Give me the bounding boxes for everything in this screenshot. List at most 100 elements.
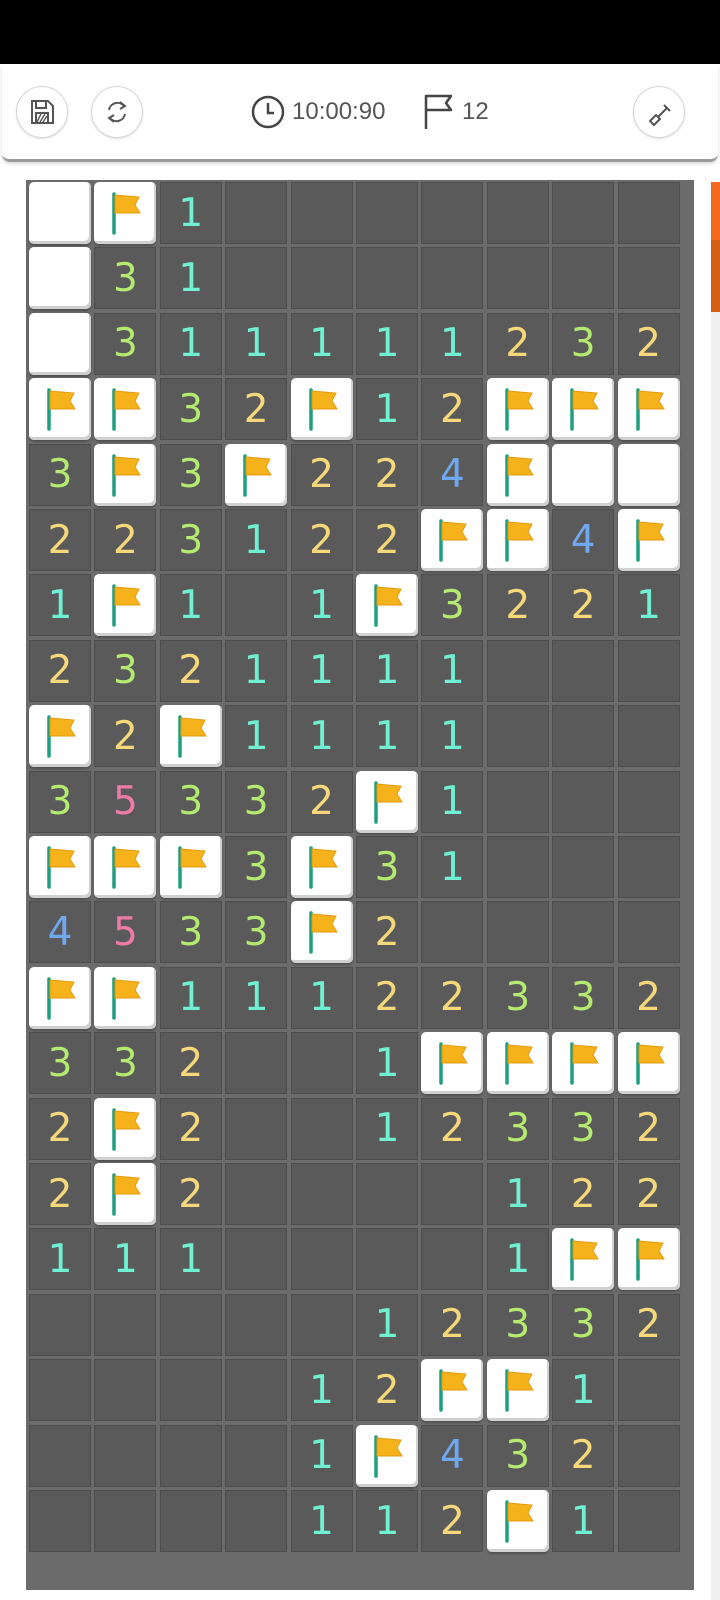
cell-unrevealed[interactable] xyxy=(617,836,680,898)
cell-number[interactable]: 3 xyxy=(159,443,222,506)
cell-unrevealed[interactable] xyxy=(290,1097,353,1160)
cell-number[interactable]: 3 xyxy=(225,770,288,833)
cell-flagged[interactable] xyxy=(94,966,157,1029)
cell-flagged[interactable] xyxy=(356,1424,418,1487)
cell-flagged[interactable] xyxy=(159,836,222,898)
cell-number[interactable]: 1 xyxy=(356,1293,418,1356)
cell-number[interactable]: 3 xyxy=(552,1293,615,1356)
cell-number[interactable]: 3 xyxy=(94,1032,157,1095)
cell-number[interactable]: 1 xyxy=(225,705,288,768)
cell-number[interactable]: 2 xyxy=(421,1097,484,1160)
cell-unrevealed[interactable] xyxy=(552,901,615,964)
cell-number[interactable]: 1 xyxy=(356,1032,418,1095)
cell-number[interactable]: 1 xyxy=(159,574,222,637)
cell-number[interactable]: 1 xyxy=(290,966,353,1029)
cell-number[interactable]: 1 xyxy=(290,1490,353,1552)
cell-number[interactable]: 2 xyxy=(552,1163,615,1225)
save-button[interactable] xyxy=(16,86,68,138)
cell-unrevealed[interactable] xyxy=(552,836,615,898)
cell-number[interactable]: 1 xyxy=(159,1228,222,1291)
cell-number[interactable]: 3 xyxy=(29,770,91,833)
cell-number[interactable]: 1 xyxy=(225,312,288,375)
cell-unrevealed[interactable] xyxy=(356,1228,418,1291)
cell-number[interactable]: 2 xyxy=(29,1163,91,1225)
cell-flagged[interactable] xyxy=(421,1032,484,1095)
cell-flagged[interactable] xyxy=(486,1490,549,1552)
cell-number[interactable]: 2 xyxy=(356,966,418,1029)
cell-number[interactable]: 2 xyxy=(617,966,680,1029)
cell-number[interactable]: 3 xyxy=(159,378,222,441)
cell-number[interactable]: 3 xyxy=(159,901,222,964)
cell-number[interactable]: 2 xyxy=(617,1097,680,1160)
cell-number[interactable]: 2 xyxy=(29,1097,91,1160)
cell-unrevealed[interactable] xyxy=(617,901,680,964)
cell-number[interactable]: 1 xyxy=(421,639,484,702)
cell-flagged[interactable] xyxy=(29,966,91,1029)
cell-number[interactable]: 2 xyxy=(486,574,549,637)
cell-number[interactable]: 2 xyxy=(225,378,288,441)
cell-flagged[interactable] xyxy=(290,901,353,964)
cell-number[interactable]: 3 xyxy=(94,639,157,702)
cell-flagged[interactable] xyxy=(94,378,157,441)
cell-number[interactable]: 2 xyxy=(356,1359,418,1422)
cell-number[interactable]: 3 xyxy=(486,966,549,1029)
cell-number[interactable]: 1 xyxy=(159,312,222,375)
cell-flagged[interactable] xyxy=(356,770,418,833)
cell-unrevealed[interactable] xyxy=(225,1163,288,1225)
cell-number[interactable]: 2 xyxy=(356,901,418,964)
cell-number[interactable]: 2 xyxy=(290,770,353,833)
cell-unrevealed[interactable] xyxy=(486,247,549,310)
cell-unrevealed[interactable] xyxy=(486,836,549,898)
cell-flagged[interactable] xyxy=(617,509,680,571)
cell-number[interactable]: 5 xyxy=(94,901,157,964)
cell-unrevealed[interactable] xyxy=(29,1359,91,1422)
cell-number[interactable]: 2 xyxy=(617,312,680,375)
cell-unrevealed[interactable] xyxy=(159,1424,222,1487)
cell-flagged[interactable] xyxy=(29,836,91,898)
cell-unrevealed[interactable] xyxy=(29,1424,91,1487)
cell-number[interactable]: 3 xyxy=(552,966,615,1029)
cell-number[interactable]: 2 xyxy=(486,312,549,375)
cell-number[interactable]: 1 xyxy=(617,574,680,637)
cell-unrevealed[interactable] xyxy=(225,574,288,637)
cell-revealed-empty[interactable] xyxy=(552,443,615,506)
cell-unrevealed[interactable] xyxy=(552,705,615,768)
cell-number[interactable]: 2 xyxy=(617,1163,680,1225)
cell-unrevealed[interactable] xyxy=(552,639,615,702)
cell-unrevealed[interactable] xyxy=(225,1228,288,1291)
cell-unrevealed[interactable] xyxy=(421,1228,484,1291)
cell-number[interactable]: 3 xyxy=(94,312,157,375)
cell-number[interactable]: 2 xyxy=(552,574,615,637)
cell-number[interactable]: 1 xyxy=(421,836,484,898)
cell-unrevealed[interactable] xyxy=(486,770,549,833)
cell-flagged[interactable] xyxy=(552,1228,615,1291)
cell-number[interactable]: 1 xyxy=(421,770,484,833)
cell-number[interactable]: 3 xyxy=(29,443,91,506)
cell-number[interactable]: 1 xyxy=(552,1359,615,1422)
cell-flagged[interactable] xyxy=(552,378,615,441)
cell-number[interactable]: 1 xyxy=(225,966,288,1029)
cell-unrevealed[interactable] xyxy=(552,247,615,310)
cell-unrevealed[interactable] xyxy=(290,1228,353,1291)
cell-unrevealed[interactable] xyxy=(159,1359,222,1422)
cell-revealed-empty[interactable] xyxy=(29,312,91,375)
cell-number[interactable]: 1 xyxy=(290,1424,353,1487)
cell-unrevealed[interactable] xyxy=(290,247,353,310)
cell-unrevealed[interactable] xyxy=(94,1359,157,1422)
cell-unrevealed[interactable] xyxy=(617,1490,680,1552)
cell-number[interactable]: 4 xyxy=(421,443,484,506)
cell-number[interactable]: 4 xyxy=(552,509,615,571)
cell-number[interactable]: 1 xyxy=(356,1097,418,1160)
cell-unrevealed[interactable] xyxy=(290,1293,353,1356)
cell-unrevealed[interactable] xyxy=(225,1359,288,1422)
cell-unrevealed[interactable] xyxy=(225,1490,288,1552)
cell-flagged[interactable] xyxy=(617,1032,680,1095)
cell-unrevealed[interactable] xyxy=(356,1163,418,1225)
cell-unrevealed[interactable] xyxy=(421,182,484,244)
cell-unrevealed[interactable] xyxy=(29,1293,91,1356)
cell-number[interactable]: 2 xyxy=(159,1032,222,1095)
cell-unrevealed[interactable] xyxy=(356,182,418,244)
cell-number[interactable]: 1 xyxy=(29,1228,91,1291)
cell-number[interactable]: 3 xyxy=(29,1032,91,1095)
cell-number[interactable]: 1 xyxy=(159,966,222,1029)
